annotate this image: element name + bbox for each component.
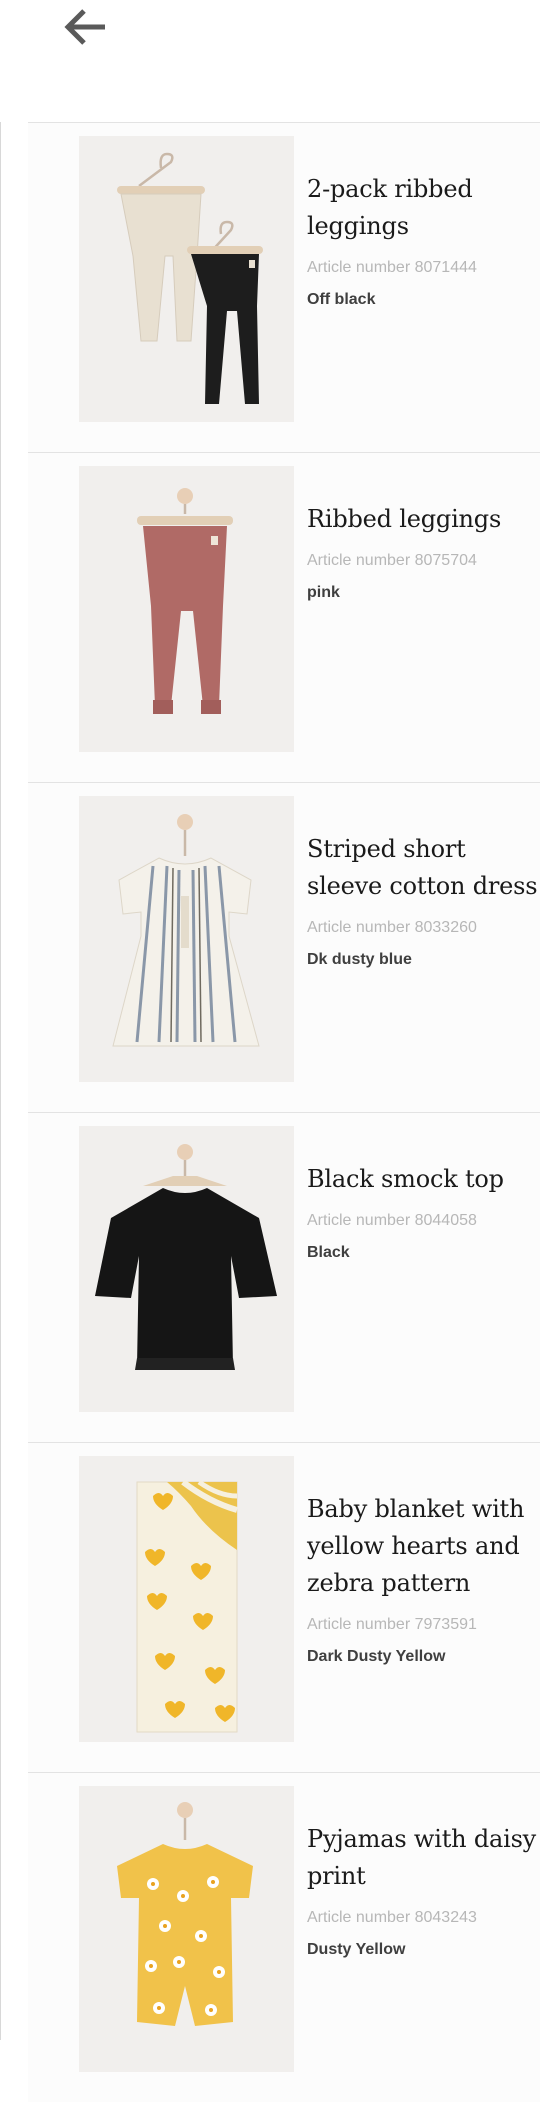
product-item[interactable]: Black smock top Article number 8044058 B… bbox=[28, 1112, 540, 1442]
product-name[interactable]: 2-pack ribbed leggings bbox=[307, 171, 539, 245]
article-number: Article number 8043243 bbox=[307, 1909, 477, 1926]
daisy-pyjamas-image bbox=[79, 1786, 294, 2072]
product-name[interactable]: Black smock top bbox=[307, 1161, 539, 1198]
product-image[interactable] bbox=[79, 136, 294, 422]
article-number: Article number 7973591 bbox=[307, 1616, 477, 1633]
product-info: Pyjamas with daisy print Article number … bbox=[307, 1821, 539, 1959]
product-name[interactable]: Ribbed leggings bbox=[307, 501, 539, 538]
back-button[interactable] bbox=[56, 4, 112, 54]
leggings-2pack-image bbox=[79, 136, 294, 422]
product-name[interactable]: Pyjamas with daisy print bbox=[307, 1821, 539, 1895]
striped-dress-image bbox=[79, 796, 294, 1082]
product-list: 2-pack ribbed leggings Article number 80… bbox=[28, 122, 540, 2102]
product-image[interactable] bbox=[79, 1126, 294, 1412]
page-left-border bbox=[0, 0, 1, 2040]
product-color: pink bbox=[307, 584, 340, 601]
product-image[interactable] bbox=[79, 796, 294, 1082]
top-bar bbox=[0, 0, 540, 122]
article-number: Article number 8033260 bbox=[307, 919, 477, 936]
product-info: 2-pack ribbed leggings Article number 80… bbox=[307, 171, 539, 309]
product-color: Dusty Yellow bbox=[307, 1941, 406, 1958]
product-name[interactable]: Striped short sleeve cotton dress bbox=[307, 831, 539, 905]
product-color: Black bbox=[307, 1244, 350, 1261]
article-number: Article number 8044058 bbox=[307, 1212, 477, 1229]
baby-blanket-image bbox=[79, 1456, 294, 1742]
product-info: Ribbed leggings Article number 8075704 p… bbox=[307, 501, 539, 602]
product-color: Off black bbox=[307, 291, 376, 308]
product-item[interactable]: Ribbed leggings Article number 8075704 p… bbox=[28, 452, 540, 782]
product-item[interactable]: Baby blanket with yellow hearts and zebr… bbox=[28, 1442, 540, 1772]
product-info: Striped short sleeve cotton dress Articl… bbox=[307, 831, 539, 969]
article-number: Article number 8075704 bbox=[307, 552, 477, 569]
product-name[interactable]: Baby blanket with yellow hearts and zebr… bbox=[307, 1491, 539, 1602]
product-color: Dk dusty blue bbox=[307, 951, 412, 968]
product-info: Black smock top Article number 8044058 B… bbox=[307, 1161, 539, 1262]
product-item[interactable]: Pyjamas with daisy print Article number … bbox=[28, 1772, 540, 2102]
product-item[interactable]: 2-pack ribbed leggings Article number 80… bbox=[28, 122, 540, 452]
product-image[interactable] bbox=[79, 1456, 294, 1742]
product-image[interactable] bbox=[79, 1786, 294, 2072]
product-color: Dark Dusty Yellow bbox=[307, 1648, 446, 1665]
product-image[interactable] bbox=[79, 466, 294, 752]
article-number: Article number 8071444 bbox=[307, 259, 477, 276]
pink-leggings-image bbox=[79, 466, 294, 752]
product-info: Baby blanket with yellow hearts and zebr… bbox=[307, 1491, 539, 1666]
arrow-left-icon bbox=[64, 9, 105, 45]
product-item[interactable]: Striped short sleeve cotton dress Articl… bbox=[28, 782, 540, 1112]
black-top-image bbox=[79, 1126, 294, 1412]
